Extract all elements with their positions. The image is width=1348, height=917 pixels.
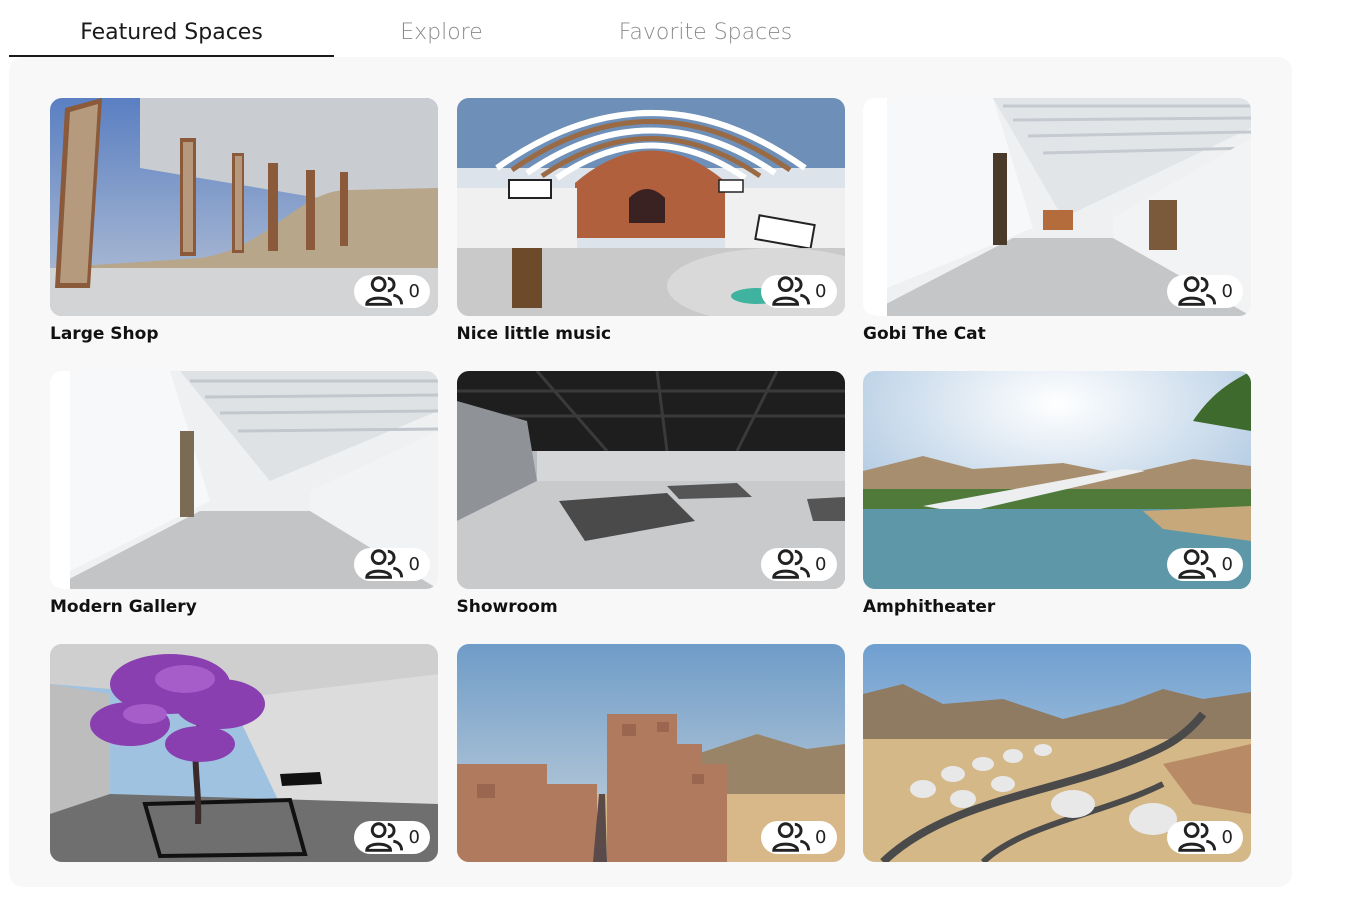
users-count-badge: 0: [760, 275, 837, 308]
users-icon: [365, 276, 404, 306]
space-title: Large Shop: [50, 324, 159, 344]
space-card[interactable]: 0 Gobi The Cat: [863, 98, 1251, 371]
users-count: 0: [1221, 281, 1233, 302]
users-icon: [1178, 549, 1217, 579]
users-count: 0: [815, 554, 827, 575]
spaces-panel: 0 Large Shop 0 Nice little music 0 Gobi …: [9, 57, 1292, 887]
users-count-badge: 0: [1167, 275, 1243, 308]
space-title: Showroom: [456, 597, 558, 617]
users-count-badge: 0: [760, 821, 837, 854]
users-icon: [365, 549, 404, 579]
space-title: Gobi The Cat: [863, 324, 986, 344]
users-count-badge: 0: [354, 821, 430, 854]
users-count-badge: 0: [354, 275, 430, 308]
space-card[interactable]: 0: [863, 644, 1251, 917]
users-count: 0: [815, 281, 827, 302]
users-count: 0: [408, 827, 420, 848]
space-thumbnail: 0: [50, 371, 438, 589]
space-card[interactable]: 0 Large Shop: [50, 98, 438, 371]
space-card[interactable]: 0 Nice little music: [456, 98, 845, 371]
space-thumbnail: 0: [456, 371, 845, 589]
space-thumbnail: 0: [456, 644, 845, 862]
space-thumbnail: 0: [50, 644, 438, 862]
users-icon: [771, 549, 810, 579]
users-icon: [365, 822, 404, 852]
users-count-badge: 0: [1167, 548, 1243, 581]
users-count: 0: [408, 554, 420, 575]
space-thumbnail: 0: [50, 98, 438, 316]
users-icon: [771, 276, 810, 306]
space-title: Modern Gallery: [50, 597, 197, 617]
space-thumbnail: 0: [456, 98, 845, 316]
users-icon: [1178, 276, 1217, 306]
tab-favorite-spaces[interactable]: Favorite Spaces: [549, 0, 862, 58]
space-card[interactable]: 0: [50, 644, 438, 917]
tab-explore[interactable]: Explore: [334, 0, 549, 58]
users-count: 0: [1221, 554, 1233, 575]
users-count-badge: 0: [760, 548, 837, 581]
space-card[interactable]: 0 Showroom: [456, 371, 845, 644]
space-title: Amphitheater: [863, 597, 996, 617]
space-thumbnail: 0: [863, 98, 1251, 316]
users-count-badge: 0: [1167, 821, 1243, 854]
users-count: 0: [408, 281, 420, 302]
space-title: [863, 868, 1251, 892]
users-count-badge: 0: [354, 548, 430, 581]
users-count: 0: [815, 827, 827, 848]
users-icon: [771, 822, 810, 852]
users-count: 0: [1221, 827, 1233, 848]
space-title: [50, 868, 438, 892]
users-icon: [1178, 822, 1217, 852]
space-card[interactable]: 0: [456, 644, 845, 917]
space-card[interactable]: 0 Amphitheater: [863, 371, 1251, 644]
space-thumbnail: 0: [863, 371, 1251, 589]
tab-bar: Featured Spaces Explore Favorite Spaces: [9, 0, 862, 58]
tab-featured-spaces[interactable]: Featured Spaces: [9, 0, 334, 58]
space-title: Nice little music: [456, 324, 612, 344]
space-title: [457, 868, 845, 892]
space-card[interactable]: 0 Modern Gallery: [50, 371, 438, 644]
spaces-grid: 0 Large Shop 0 Nice little music 0 Gobi …: [50, 98, 1251, 917]
space-thumbnail: 0: [863, 644, 1251, 862]
